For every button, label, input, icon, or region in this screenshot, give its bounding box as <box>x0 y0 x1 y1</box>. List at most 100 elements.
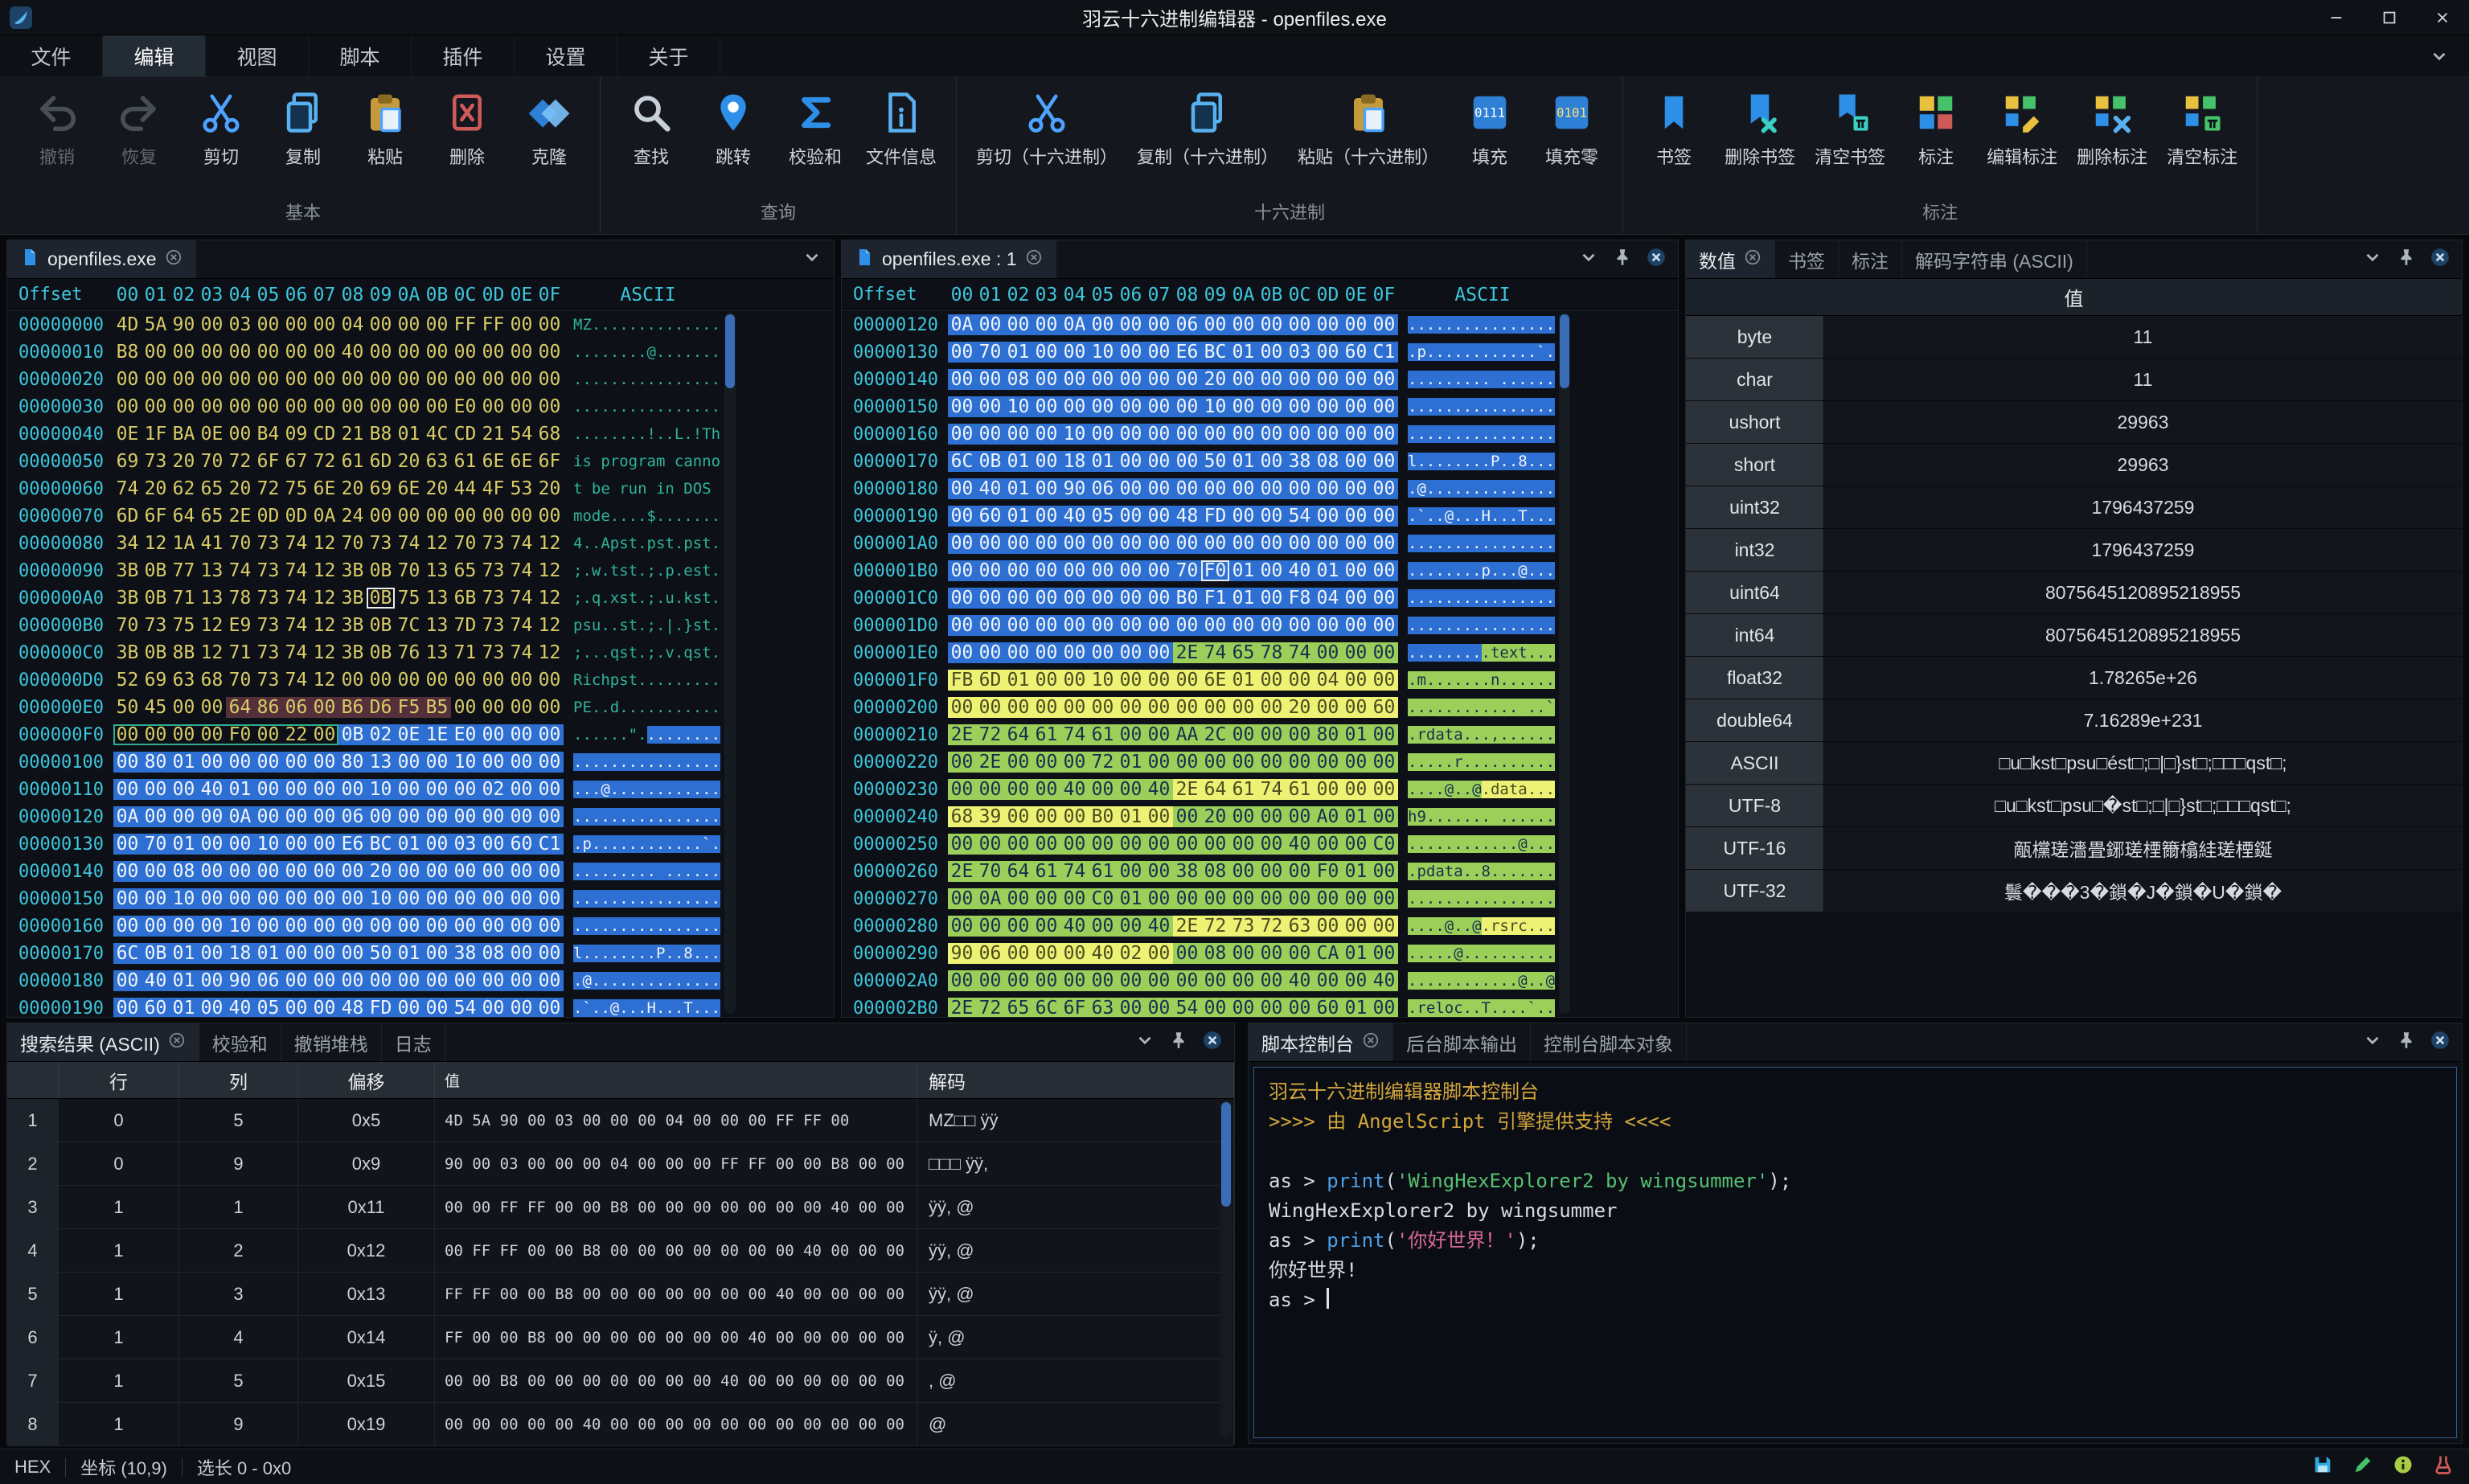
hex-byte[interactable]: 10 <box>1060 424 1089 445</box>
hex-byte[interactable]: 00 <box>1004 943 1032 964</box>
hex-byte[interactable]: 00 <box>1370 615 1398 636</box>
hex-byte[interactable]: 00 <box>423 888 451 909</box>
script-status-icon[interactable] <box>2432 1453 2455 1481</box>
hex-byte[interactable]: 70 <box>338 533 367 554</box>
hex-byte[interactable]: 00 <box>1257 314 1286 335</box>
tab-close-icon[interactable] <box>1362 1031 1380 1054</box>
hex-byte[interactable]: 12 <box>310 588 338 609</box>
hex-byte[interactable]: 6F <box>1060 998 1089 1017</box>
hex-byte[interactable]: 10 <box>254 834 282 855</box>
hex-byte[interactable]: 00 <box>1145 588 1173 609</box>
hex-byte[interactable]: 00 <box>1286 396 1314 417</box>
hex-byte[interactable]: 05 <box>254 998 282 1017</box>
hex-byte[interactable]: 02 <box>479 779 507 800</box>
hex-byte[interactable]: 00 <box>507 314 535 335</box>
hex-byte[interactable]: 06 <box>282 697 310 718</box>
ribbon-button-校验和[interactable]: 校验和 <box>776 84 855 169</box>
hex-byte[interactable]: AA <box>1173 724 1201 745</box>
values-tab-解码字符串 (ASCII)[interactable]: 解码字符串 (ASCII) <box>1902 240 2087 278</box>
search-tab-搜索结果 (ASCII)[interactable]: 搜索结果 (ASCII) <box>7 1023 199 1061</box>
hex-byte[interactable]: 00 <box>1060 342 1089 363</box>
hex-byte[interactable]: 00 <box>310 724 338 745</box>
hex-byte[interactable]: 6C <box>1032 998 1060 1017</box>
hex-byte[interactable]: 61 <box>1089 861 1117 882</box>
hex-byte[interactable]: 00 <box>1060 615 1089 636</box>
hex-byte[interactable]: 00 <box>310 396 338 417</box>
hex-byte[interactable]: 5A <box>141 314 170 335</box>
save-status-icon[interactable] <box>2311 1453 2334 1481</box>
hex-byte[interactable]: 00 <box>1089 314 1117 335</box>
hex-byte[interactable]: 00 <box>310 834 338 855</box>
hex-byte[interactable]: 00 <box>1060 697 1089 718</box>
hex-byte[interactable]: 00 <box>1229 478 1257 499</box>
hex-byte[interactable]: 00 <box>1370 806 1398 827</box>
hex-byte[interactable]: 00 <box>226 752 254 773</box>
hex-byte[interactable]: 00 <box>1314 834 1342 855</box>
hex-byte[interactable]: 72 <box>1089 752 1117 773</box>
hex-byte[interactable]: 00 <box>1229 861 1257 882</box>
hex-ascii[interactable]: ................ <box>573 917 723 935</box>
hex-byte[interactable]: 00 <box>507 670 535 691</box>
hex-byte[interactable]: FB <box>948 670 976 691</box>
hex-byte[interactable]: 00 <box>1257 342 1286 363</box>
hex-byte[interactable]: 00 <box>1117 834 1145 855</box>
hex-byte[interactable]: 00 <box>948 615 976 636</box>
hex-byte[interactable]: 63 <box>423 451 451 472</box>
ribbon-button-编辑标注[interactable]: 编辑标注 <box>1979 84 2065 169</box>
hex-byte[interactable]: 3B <box>338 615 367 636</box>
hex-byte[interactable]: 00 <box>1145 697 1173 718</box>
hex-byte[interactable]: 00 <box>1089 588 1117 609</box>
hex-ascii[interactable]: ;.q.xst.;.u.kst. <box>573 589 723 607</box>
hex-byte[interactable]: 06 <box>338 806 367 827</box>
ribbon-button-粘贴[interactable]: 粘贴 <box>346 84 424 169</box>
hex-byte[interactable]: 00 <box>1117 533 1145 554</box>
hex-byte[interactable]: 00 <box>1145 998 1173 1017</box>
hex-byte[interactable]: 00 <box>1314 752 1342 773</box>
hex-byte[interactable]: 00 <box>1089 424 1117 445</box>
pin-icon[interactable] <box>1612 247 1633 272</box>
hex-byte[interactable]: 40 <box>198 779 226 800</box>
hex-ascii[interactable]: ........!..L.!Th <box>573 425 723 443</box>
hex-byte[interactable]: 00 <box>1342 670 1370 691</box>
hex-byte[interactable]: 00 <box>282 861 310 882</box>
hex-byte[interactable]: 74 <box>282 615 310 636</box>
hex-byte[interactable]: 08 <box>1201 861 1229 882</box>
hex-byte[interactable]: 6E <box>310 478 338 499</box>
hex-byte[interactable]: 00 <box>1229 724 1257 745</box>
chevron-down-icon[interactable] <box>802 247 822 272</box>
hex-byte[interactable]: 70 <box>141 834 170 855</box>
hex-ascii[interactable]: ................ <box>1408 535 1557 552</box>
hex-byte[interactable]: 01 <box>1004 670 1032 691</box>
hex-byte[interactable]: 00 <box>1201 888 1229 909</box>
editor-scrollbar[interactable] <box>724 313 736 1014</box>
hex-byte[interactable]: 00 <box>1286 314 1314 335</box>
hex-byte[interactable]: 39 <box>976 806 1004 827</box>
hex-byte[interactable]: 70 <box>976 861 1004 882</box>
hex-byte[interactable]: 00 <box>1004 888 1032 909</box>
hex-byte[interactable]: 6E <box>1201 670 1229 691</box>
hex-byte[interactable]: 61 <box>338 451 367 472</box>
hex-byte[interactable]: 00 <box>1032 533 1060 554</box>
hex-byte[interactable]: 00 <box>198 342 226 363</box>
hex-byte[interactable]: 00 <box>254 779 282 800</box>
hex-byte[interactable]: 12 <box>310 670 338 691</box>
hex-byte[interactable]: 00 <box>1117 396 1145 417</box>
hex-ascii[interactable]: ....@..@.rsrc... <box>1408 917 1557 935</box>
ribbon-button-填充[interactable]: 0111填充 <box>1450 84 1529 169</box>
hex-byte[interactable]: 3B <box>338 588 367 609</box>
hex-byte[interactable]: 00 <box>1060 834 1089 855</box>
hex-byte[interactable]: 01 <box>1117 752 1145 773</box>
ribbon-button-复制[interactable]: 复制 <box>264 84 342 169</box>
hex-byte[interactable]: 00 <box>1117 424 1145 445</box>
hex-byte[interactable]: 00 <box>395 342 423 363</box>
hex-byte[interactable]: 00 <box>1314 642 1342 663</box>
hex-byte[interactable]: 22 <box>282 724 310 745</box>
hex-byte[interactable]: 75 <box>395 588 423 609</box>
hex-byte[interactable]: 00 <box>1257 506 1286 527</box>
hex-byte[interactable]: 00 <box>1117 615 1145 636</box>
hex-byte[interactable]: 00 <box>170 724 198 745</box>
hex-byte[interactable]: 08 <box>1201 943 1229 964</box>
hex-byte[interactable]: 00 <box>1173 670 1201 691</box>
hex-byte[interactable]: 00 <box>479 888 507 909</box>
hex-byte[interactable]: 00 <box>1089 560 1117 581</box>
